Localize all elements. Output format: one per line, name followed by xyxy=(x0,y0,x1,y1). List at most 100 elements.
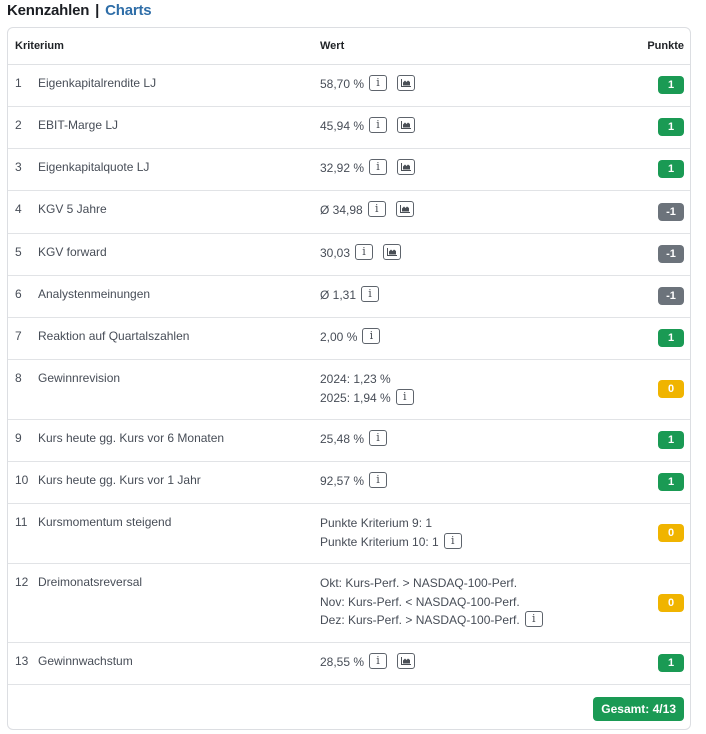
points-badge: -1 xyxy=(658,202,684,221)
charts-link[interactable]: Charts xyxy=(105,2,152,19)
row-number: 13 xyxy=(15,654,29,668)
points-badge: 1 xyxy=(658,654,684,672)
table-row: 8 Gewinnrevision 2024: 1,23 % 2025: 1,94 % i… xyxy=(8,359,690,420)
heading-separator: | xyxy=(95,2,100,19)
row-number: 8 xyxy=(15,371,22,385)
points-badge: 1 xyxy=(658,76,684,94)
value-text: Ø 34,98 xyxy=(320,203,363,217)
area-chart-icon[interactable] xyxy=(397,75,416,92)
criterion-value: 58,70 % i xyxy=(320,75,416,94)
value-text: 2,00 % xyxy=(320,330,358,344)
points-badge: -1 xyxy=(658,287,684,305)
info-icon[interactable]: i xyxy=(367,201,386,218)
info-icon[interactable]: i xyxy=(369,653,388,670)
table-row: 7 Reaktion auf Quartalszahlen 2,00 % i 1 xyxy=(8,317,690,360)
table-row: 10 Kurs heute gg. Kurs vor 1 Jahr 92,57 % i… xyxy=(8,461,690,504)
criterion-value: 92,57 % i xyxy=(320,472,388,491)
points-badge: 1 xyxy=(658,160,684,178)
value-text: Nov: Kurs-Perf. < NASDAQ-100-Perf. xyxy=(320,594,520,609)
criterion-value: Punkte Kriterium 9: 1 Punkte Kriterium 10… xyxy=(320,514,462,551)
info-icon[interactable]: i xyxy=(395,388,414,405)
value-text: 28,55 % xyxy=(320,655,365,669)
value-line: Punkte Kriterium 9: 1 xyxy=(320,514,462,533)
value-text: 45,94 % xyxy=(320,119,365,133)
criterion-value: 45,94 % i xyxy=(320,117,416,136)
row-number: 4 xyxy=(15,202,22,216)
row-number: 10 xyxy=(15,473,29,487)
points-badge: 1 xyxy=(658,473,684,491)
value-line: Nov: Kurs-Perf. < NASDAQ-100-Perf. xyxy=(320,593,543,612)
value-line: 25,48 % i xyxy=(320,430,388,449)
info-icon[interactable]: i xyxy=(361,286,380,303)
value-line: 30,03 i xyxy=(320,244,402,263)
row-number: 1 xyxy=(15,76,22,90)
total-score-badge: Gesamt: 4/13 xyxy=(593,697,684,721)
criterion-label: KGV 5 Jahre xyxy=(38,202,107,216)
info-icon[interactable]: i xyxy=(355,244,374,261)
criterion-label: Analystenmeinungen xyxy=(38,287,151,301)
value-line: 45,94 % i xyxy=(320,117,416,136)
criterion-label: Kurs heute gg. Kurs vor 1 Jahr xyxy=(38,473,201,487)
area-chart-icon[interactable] xyxy=(383,244,402,261)
criterion-label: Gewinnrevision xyxy=(38,371,121,385)
row-number: 11 xyxy=(15,515,28,529)
kennzahlen-table: Kriterium Wert Punkte 1 Eigenkapitalrendi… xyxy=(7,27,691,730)
points-badge: -1 xyxy=(658,245,684,263)
info-icon[interactable]: i xyxy=(369,117,388,134)
value-line: 2024: 1,23 % xyxy=(320,370,414,389)
info-icon[interactable]: i xyxy=(369,472,388,489)
info-icon[interactable]: i xyxy=(524,611,543,628)
value-line: 32,92 % i xyxy=(320,159,416,178)
table-row: 13 Gewinnwachstum 28,55 % i 1 xyxy=(8,642,690,685)
table-header: Kriterium Wert Punkte xyxy=(8,28,690,65)
info-icon[interactable]: i xyxy=(369,159,388,176)
value-line: Dez: Kurs-Perf. > NASDAQ-100-Perf. i xyxy=(320,611,543,630)
area-chart-icon[interactable] xyxy=(397,653,416,670)
criterion-value: 2024: 1,23 % 2025: 1,94 % i xyxy=(320,370,414,407)
criterion-label: Dreimonatsreversal xyxy=(38,575,143,589)
value-line: 2025: 1,94 % i xyxy=(320,388,414,408)
table-row: 4 KGV 5 Jahre Ø 34,98 i -1 xyxy=(8,190,690,234)
points-badge: 0 xyxy=(658,380,684,398)
area-chart-icon[interactable] xyxy=(395,201,414,218)
criterion-value: 2,00 % i xyxy=(320,328,381,347)
criterion-value: 25,48 % i xyxy=(320,430,388,449)
area-chart-icon[interactable] xyxy=(397,117,416,134)
criterion-value: 32,92 % i xyxy=(320,159,416,178)
criterion-label: Kurs heute gg. Kurs vor 6 Monaten xyxy=(38,431,225,445)
table-row: 9 Kurs heute gg. Kurs vor 6 Monaten 25,48 … xyxy=(8,419,690,462)
value-text: Okt: Kurs-Perf. > NASDAQ-100-Perf. xyxy=(320,576,518,590)
table-row: 12 Dreimonatsreversal Okt: Kurs-Perf. > NA… xyxy=(8,563,690,643)
points-badge: 1 xyxy=(658,431,684,449)
heading-title: Kennzahlen xyxy=(7,2,90,19)
value-text: Dez: Kurs-Perf. > NASDAQ-100-Perf. xyxy=(320,613,520,627)
table-row: 6 Analystenmeinungen Ø 1,31 i -1 xyxy=(8,275,690,318)
criterion-label: Kursmomentum steigend xyxy=(38,515,172,529)
value-text: 32,92 % xyxy=(320,161,365,175)
column-header-points: Punkte xyxy=(647,40,684,52)
criterion-label: EBIT-Marge LJ xyxy=(38,118,119,132)
table-row: 2 EBIT-Marge LJ 45,94 % i 1 xyxy=(8,106,690,149)
value-text: 2025: 1,94 % xyxy=(320,390,391,405)
value-line: 58,70 % i xyxy=(320,75,416,94)
row-number: 5 xyxy=(15,245,22,259)
value-line: Okt: Kurs-Perf. > NASDAQ-100-Perf. xyxy=(320,574,543,593)
info-icon[interactable]: i xyxy=(369,75,388,92)
criterion-value: Ø 1,31 i xyxy=(320,286,380,305)
value-text: 2024: 1,23 % xyxy=(320,372,391,386)
value-text: 58,70 % xyxy=(320,77,365,91)
value-line: 28,55 % i xyxy=(320,653,416,672)
info-icon[interactable]: i xyxy=(443,532,462,549)
row-number: 2 xyxy=(15,118,22,132)
row-number: 6 xyxy=(15,287,22,301)
area-chart-icon[interactable] xyxy=(397,159,416,176)
table-row: 3 Eigenkapitalquote LJ 32,92 % i 1 xyxy=(8,148,690,191)
info-icon[interactable]: i xyxy=(362,328,381,345)
column-header-value: Wert xyxy=(320,40,345,52)
info-icon[interactable]: i xyxy=(369,430,388,447)
row-number: 9 xyxy=(15,431,22,445)
section-heading: Kennzahlen | Charts xyxy=(7,2,152,19)
value-text: 25,48 % xyxy=(320,432,365,446)
value-line: Ø 34,98 i xyxy=(320,201,414,220)
criterion-value: Okt: Kurs-Perf. > NASDAQ-100-Perf. Nov: K… xyxy=(320,574,543,630)
